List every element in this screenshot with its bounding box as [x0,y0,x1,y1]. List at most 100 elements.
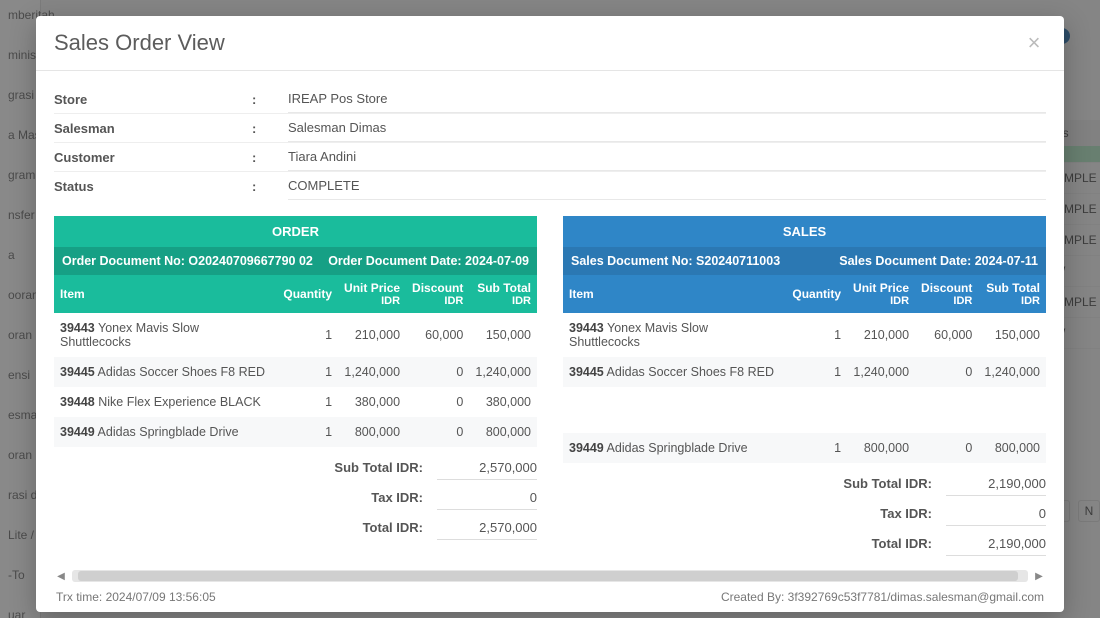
item-name: Adidas Soccer Shoes F8 RED [604,365,774,379]
col-item: Item [54,275,277,313]
cell-price: 1,240,000 [847,357,915,387]
created-by: Created By: 3f392769c53f7781/dimas.sales… [721,590,1044,604]
cell-qty [786,387,847,433]
cell-qty: 1 [277,313,338,357]
modal-footer: Trx time: 2024/07/09 13:56:05 Created By… [54,584,1046,604]
cell-discount: 0 [915,357,978,387]
cell-item [563,387,786,433]
cell-qty: 1 [277,387,338,417]
order-info: Store : IREAP Pos Store Salesman : Sales… [54,85,1046,200]
trx-time: Trx time: 2024/07/09 13:56:05 [56,590,216,604]
cell-item: 39445 Adidas Soccer Shoes F8 RED [563,357,786,387]
scroll-right-icon[interactable]: ▶ [1032,569,1046,583]
order-tax-value: 0 [437,490,537,510]
cell-subtotal: 1,240,000 [469,357,537,387]
item-sku: 39449 [60,425,95,439]
col-sub-total: Sub TotalIDR [469,275,537,313]
app-frame: mberitahministrasgrasia Mastergram Lonsf… [0,0,1100,618]
sales-panel-title: SALES [563,216,1046,247]
order-items-table: Item Quantity Unit PriceIDR DiscountIDR … [54,275,537,447]
order-tax-label: Tax IDR: [267,490,423,505]
sales-totals: Sub Total IDR:2,190,000 Tax IDR:0 Total … [776,471,1046,561]
info-colon: : [252,92,288,107]
modal-header: Sales Order View × [36,16,1064,71]
order-doc-no: Order Document No: O20240709667790 02 [62,254,313,268]
cell-item: 39443 Yonex Mavis Slow Shuttlecocks [563,313,786,357]
cell-subtotal: 150,000 [469,313,537,357]
item-sku: 39445 [569,365,604,379]
col-quantity: Quantity [277,275,338,313]
info-label: Status [54,173,252,200]
scroll-track[interactable] [72,570,1028,582]
cell-item: 39445 Adidas Soccer Shoes F8 RED [54,357,277,387]
cell-discount [915,387,978,433]
modal-body: Store : IREAP Pos Store Salesman : Sales… [36,71,1064,612]
cell-subtotal: 150,000 [978,313,1046,357]
col-discount: DiscountIDR [406,275,469,313]
scroll-thumb[interactable] [78,571,1018,581]
table-row: 39443 Yonex Mavis Slow Shuttlecocks1210,… [563,313,1046,357]
info-row-customer: Customer : Tiara Andini [54,143,1046,172]
info-value: Tiara Andini [288,143,1046,171]
cell-subtotal: 800,000 [469,417,537,447]
table-row: 39449 Adidas Springblade Drive1800,00008… [54,417,537,447]
sales-doc-bar: Sales Document No: S20240711003 Sales Do… [563,247,1046,275]
cell-discount: 60,000 [915,313,978,357]
order-doc-bar: Order Document No: O20240709667790 02 Or… [54,247,537,275]
scroll-left-icon[interactable]: ◀ [54,569,68,583]
cell-discount: 0 [406,417,469,447]
cell-subtotal: 800,000 [978,433,1046,463]
cell-price: 210,000 [338,313,406,357]
info-row-salesman: Salesman : Salesman Dimas [54,114,1046,143]
item-sku: 39449 [569,441,604,455]
cell-price: 210,000 [847,313,915,357]
item-sku: 39443 [60,321,95,335]
order-doc-date: Order Document Date: 2024-07-09 [328,254,529,268]
col-sub-total: Sub TotalIDR [978,275,1046,313]
table-row [563,387,1046,433]
sales-doc-no: Sales Document No: S20240711003 [571,254,780,268]
table-row: 39445 Adidas Soccer Shoes F8 RED11,240,0… [54,357,537,387]
info-row-store: Store : IREAP Pos Store [54,85,1046,114]
sales-panel: SALES Sales Document No: S20240711003 Sa… [563,216,1046,558]
item-name: Adidas Soccer Shoes F8 RED [95,365,265,379]
cell-price: 800,000 [338,417,406,447]
cell-discount: 0 [406,387,469,417]
cell-qty: 1 [786,433,847,463]
item-name: Nike Flex Experience BLACK [95,395,261,409]
cell-subtotal: 1,240,000 [978,357,1046,387]
sales-tax-value: 0 [946,506,1046,526]
sales-order-view-modal: Sales Order View × Store : IREAP Pos Sto… [36,16,1064,612]
item-sku: 39448 [60,395,95,409]
sales-total-value: 2,190,000 [946,536,1046,556]
order-subtotal-value: 2,570,000 [437,460,537,480]
sales-subtotal-value: 2,190,000 [946,476,1046,496]
cell-qty: 1 [786,357,847,387]
cell-subtotal [978,387,1046,433]
horizontal-scrollbar[interactable]: ◀ ▶ [54,568,1046,584]
sales-doc-date: Sales Document Date: 2024-07-11 [839,254,1038,268]
sales-table-head: Item Quantity Unit PriceIDR DiscountIDR … [563,275,1046,313]
col-discount: DiscountIDR [915,275,978,313]
item-name: Adidas Springblade Drive [604,441,748,455]
table-row: 39445 Adidas Soccer Shoes F8 RED11,240,0… [563,357,1046,387]
cell-discount: 0 [915,433,978,463]
sales-total-label: Total IDR: [776,536,932,551]
cell-discount: 0 [406,357,469,387]
cell-item: 39449 Adidas Springblade Drive [54,417,277,447]
col-item: Item [563,275,786,313]
cell-subtotal: 380,000 [469,387,537,417]
order-total-label: Total IDR: [267,520,423,535]
sales-tax-label: Tax IDR: [776,506,932,521]
info-value: Salesman Dimas [288,114,1046,142]
item-name: Adidas Springblade Drive [95,425,239,439]
col-unit-price: Unit PriceIDR [338,275,406,313]
info-label: Customer [54,144,252,171]
cell-discount: 60,000 [406,313,469,357]
table-row: 39448 Nike Flex Experience BLACK 1 380,000… [54,387,537,417]
info-colon: : [252,179,288,194]
close-button[interactable]: × [1022,32,1046,54]
table-row: 39449 Adidas Springblade Drive1800,00008… [563,433,1046,463]
sales-table-body: 39443 Yonex Mavis Slow Shuttlecocks1210,… [563,313,1046,463]
order-panel: ORDER Order Document No: O20240709667790… [54,216,537,558]
